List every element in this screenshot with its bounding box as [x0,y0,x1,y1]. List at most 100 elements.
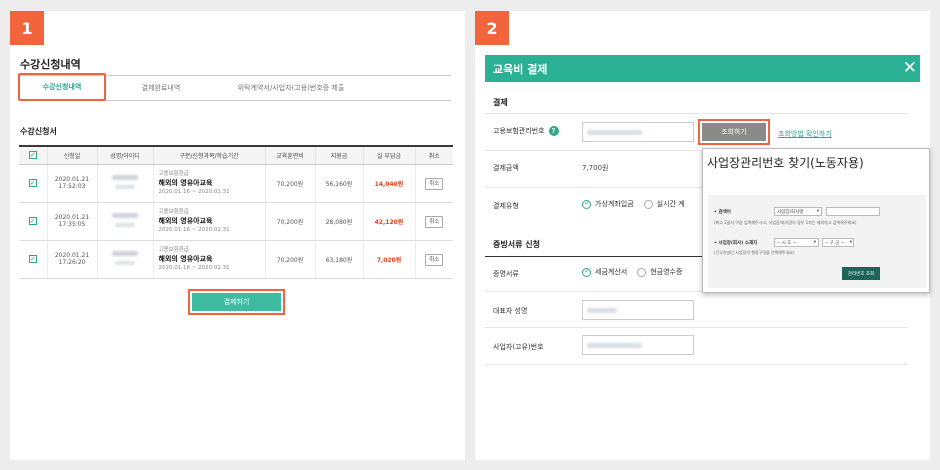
select-all-header[interactable]: ✓ [19,145,47,165]
payment-modal-header: 교육비 결제 ✕ [485,55,920,82]
course-cell: 고용보험환급 해외의 영유아교육 2020.01.16 ~ 2020.01.31 [152,164,265,203]
fee-cell: 70,200원 [264,164,315,203]
table-header-row: ✓ 신청일 성명/아이디 구분/신청과목/학습기간 교육훈련비 지원금 실 부담… [19,145,453,165]
redacted-value [587,129,642,135]
management-number-search-button[interactable]: 관리번호 조회 [842,267,880,280]
table-row: ✓ 2020.01.21 17:26:20 고용보험환급 해외의 영유아교육 2020… [19,240,453,279]
pay-button[interactable]: 결제하기 [192,293,281,311]
option-label: 세금계산서 [595,268,628,276]
checkbox-icon[interactable]: ✓ [28,217,37,225]
payment-section-title: 결제 [493,98,508,107]
receipt-option-tax-invoice[interactable]: 세금계산서 [582,267,627,277]
biz-number-label: 사업자(고유)번호 [493,343,544,351]
modal-title: 교육비 결제 [493,62,548,76]
lookup-help-link[interactable]: 조회방법 확인하기 [778,129,832,139]
name-id-cell [96,202,153,241]
name-id-cell [96,240,153,279]
course-category: 고용보험환급 [158,246,189,253]
redacted-name [112,251,138,256]
pay-type-options: 가상계좌입금 실시간 계 [582,199,685,209]
course-period: 2020.01.16 ~ 2020.01.31 [158,188,230,195]
row-select-cell[interactable]: ✓ [19,164,47,203]
region-note: (근무하셨던 사업장의 행정구역을 선택해주세요) [714,250,795,255]
insurance-number-label-text: 고용보험관리번호 [493,127,545,135]
cancel-button[interactable]: 취소 [425,216,444,228]
option-label: 가상계좌입금 [595,200,634,208]
help-icon[interactable]: ? [548,126,559,136]
section-title: 수강신청서 [20,127,57,136]
redacted-name [112,213,138,218]
pay-type-option-virtual[interactable]: 가상계좌입금 [582,199,634,209]
tab-application-history[interactable]: 수강신청내역 [18,73,106,101]
page-title: 수강신청내역 [20,58,81,71]
rep-name-input[interactable] [582,300,694,320]
fee-cell: 70,200원 [264,202,315,241]
cancel-button[interactable]: 취소 [425,254,444,266]
receipt-option-cash-receipt[interactable]: 현금영수증 [637,267,682,277]
search-note: (최소 2글자 이상 입력해주시고, 사업장/회사명의 경우 1자는 제외하고 … [714,220,857,225]
radio-checked-icon[interactable] [582,267,591,277]
table-row: ✓ 2020.01.21 17:52:03 고용보험환급 해외의 영유아교육 2020… [19,164,453,203]
radio-icon[interactable] [643,199,653,209]
option-label: 실시간 계 [656,200,685,208]
insurance-number-input[interactable] [582,122,694,142]
lookup-button[interactable]: 조회하기 [702,123,766,141]
apply-date: 2020.01.21 [54,252,90,259]
col-header: 지원금 [314,145,363,165]
tab-payment-complete[interactable]: 결제완료내역 [106,83,216,93]
col-header: 취소 [414,145,453,165]
cancel-cell: 취소 [414,164,453,203]
cancel-cell: 취소 [414,202,453,241]
pay-type-label: 결제유형 [493,202,519,210]
close-icon[interactable]: ✕ [903,58,917,78]
chevron-down-icon: ▾ [813,240,816,245]
course-name: 해외의 영유아교육 [158,216,213,225]
course-period: 2020.01.16 ~ 2020.01.31 [158,264,230,271]
apply-date: 2020.01.21 [54,176,90,183]
checkbox-icon[interactable]: ✓ [28,179,37,187]
province-select[interactable]: -- 시.도 -- ▾ [774,238,819,247]
course-cell: 고용보험환급 해외의 영유아교육 2020.01.16 ~ 2020.01.31 [152,202,265,241]
chevron-down-icon: ▾ [816,209,819,214]
lookup-button-highlight: 조회하기 [698,119,770,145]
biz-number-input[interactable] [582,335,694,355]
search-label: • 검색어 [714,210,731,215]
col-header: 성명/아이디 [96,145,153,165]
col-header: 실 부담금 [362,145,415,165]
district-select[interactable]: -- 구.군 -- ▾ [822,238,854,247]
table-row: ✓ 2020.01.21 17:35:05 고용보험환급 해외의 영유아교육 2020… [19,202,453,241]
pay-type-option-realtime[interactable]: 실시간 계 [643,199,685,209]
step-1-panel: 1 수강신청내역 수강신청내역 결제완료내역 위탁계약서/사업자(고용)번호증 … [10,11,465,460]
col-header: 교육훈련비 [264,145,315,165]
popup-body: • 검색어 사업장/회사명 ▾ (최소 2글자 이상 입력해주시고, 사업장/회사… [708,195,926,288]
amount-label: 결제금액 [493,164,519,172]
apply-time: 17:26:20 [58,259,86,266]
radio-icon[interactable] [637,267,647,277]
redacted-id [115,223,135,227]
row-divider [485,364,908,365]
step-badge: 1 [10,11,44,45]
actual-cost-cell: 42,120원 [362,202,415,241]
actual-cost-cell: 7,020원 [362,240,415,279]
select-value: -- 구.군 -- [825,240,845,246]
course-period: 2020.01.16 ~ 2020.01.31 [158,226,230,233]
select-value: 사업장/회사명 [777,209,804,215]
course-category: 고용보험환급 [158,208,189,215]
receipt-options: 세금계산서 현금영수증 [582,267,682,277]
cancel-button[interactable]: 취소 [425,178,444,190]
course-name: 해외의 영유아교육 [158,178,213,187]
tab-contract-submission[interactable]: 위탁계약서/사업자(고용)번호증 제출 [216,83,366,93]
checkbox-icon[interactable]: ✓ [28,255,37,263]
checkbox-icon[interactable]: ✓ [28,151,37,160]
search-type-select[interactable]: 사업장/회사명 ▾ [774,207,822,216]
fee-cell: 70,200원 [264,240,315,279]
radio-checked-icon[interactable] [582,199,591,209]
course-cell: 고용보험환급 해외의 영유아교육 2020.01.16 ~ 2020.01.31 [152,240,265,279]
row-select-cell[interactable]: ✓ [19,240,47,279]
redacted-id [115,185,135,189]
application-table: ✓ 신청일 성명/아이디 구분/신청과목/학습기간 교육훈련비 지원금 실 부담… [19,145,453,279]
row-select-cell[interactable]: ✓ [19,202,47,241]
redacted-id [115,261,135,265]
insurance-number-label: 고용보험관리번호? [493,126,559,136]
search-keyword-input[interactable] [826,207,880,216]
